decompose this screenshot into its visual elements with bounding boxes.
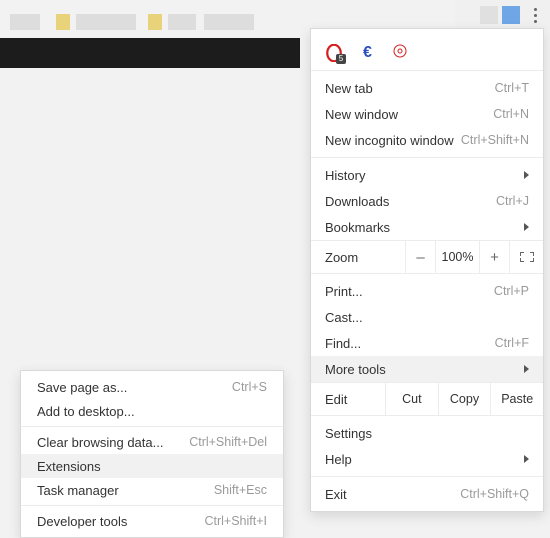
shortcut: Shift+Esc (214, 483, 267, 497)
label: Task manager (37, 483, 119, 498)
more-tools-submenu: Save page as Ctrl+S Add to desktop Clear… (20, 370, 284, 538)
edit-label: Edit (311, 392, 385, 407)
menu-downloads[interactable]: Downloads Ctrl+J (311, 188, 543, 214)
menu-new-window[interactable]: New window Ctrl+N (311, 101, 543, 127)
shortcut: Ctrl+N (493, 107, 529, 121)
menu-help[interactable]: Help (311, 446, 543, 472)
shortcut: Ctrl+Shift+Q (460, 487, 529, 501)
submenu-dev-tools[interactable]: Developer tools Ctrl+Shift+I (21, 509, 283, 533)
label: Clear browsing data (37, 435, 163, 450)
target-extension-icon[interactable] (392, 43, 408, 62)
zoom-in-button[interactable]: + (479, 241, 509, 273)
label: Help (325, 452, 352, 467)
shortcut: Ctrl+P (494, 284, 529, 298)
paste-button[interactable]: Paste (490, 383, 543, 415)
submenu-task-manager[interactable]: Task manager Shift+Esc (21, 478, 283, 502)
label: Downloads (325, 194, 389, 209)
zoom-out-button[interactable]: – (405, 241, 435, 273)
menu-new-tab[interactable]: New tab Ctrl+T (311, 75, 543, 101)
shortcut: Ctrl+S (232, 380, 267, 394)
euro-extension-icon[interactable]: € (363, 44, 372, 62)
label: Find (325, 336, 361, 351)
label: Exit (325, 487, 347, 502)
profile-avatar[interactable] (502, 6, 520, 24)
zoom-row: Zoom – 100% + (311, 240, 543, 274)
main-menu: 5 € New tab Ctrl+T New window Ctrl+N New… (310, 28, 544, 512)
cut-button[interactable]: Cut (385, 383, 438, 415)
menu-print[interactable]: Print Ctrl+P (311, 278, 543, 304)
label: More tools (325, 362, 386, 377)
menu-more-tools[interactable]: More tools (311, 356, 543, 382)
label: Add to desktop (37, 404, 135, 419)
zoom-value: 100% (435, 241, 479, 273)
fullscreen-button[interactable] (509, 241, 543, 273)
menu-incognito[interactable]: New incognito window Ctrl+Shift+N (311, 127, 543, 153)
browser-toolbar (455, 0, 550, 30)
label: Print (325, 284, 363, 299)
menu-bookmarks[interactable]: Bookmarks (311, 214, 543, 240)
shortcut: Ctrl+T (495, 81, 529, 95)
shortcut: Ctrl+Shift+Del (189, 435, 267, 449)
shortcut: Ctrl+Shift+I (204, 514, 267, 528)
zoom-label: Zoom (311, 250, 405, 265)
submenu-save-page[interactable]: Save page as Ctrl+S (21, 375, 283, 399)
label: Developer tools (37, 514, 127, 529)
extensions-row: 5 € (311, 35, 543, 71)
label: New window (325, 107, 398, 122)
opera-extension-icon[interactable]: 5 (325, 44, 343, 62)
toolbar-square (480, 6, 498, 24)
shortcut: Ctrl+Shift+N (461, 133, 529, 147)
submenu-add-desktop[interactable]: Add to desktop (21, 399, 283, 423)
label: Cast (325, 310, 363, 325)
submenu-extensions[interactable]: Extensions (21, 454, 283, 478)
label: New incognito window (325, 133, 454, 148)
label: Extensions (37, 459, 101, 474)
menu-history[interactable]: History (311, 162, 543, 188)
label: Settings (325, 426, 372, 441)
menu-find[interactable]: Find Ctrl+F (311, 330, 543, 356)
label: Bookmarks (325, 220, 390, 235)
label: Save page as (37, 380, 127, 395)
submenu-clear-data[interactable]: Clear browsing data Ctrl+Shift+Del (21, 430, 283, 454)
menu-cast[interactable]: Cast (311, 304, 543, 330)
menu-settings[interactable]: Settings (311, 420, 543, 446)
label: History (325, 168, 365, 183)
edit-row: Edit Cut Copy Paste (311, 382, 543, 416)
shortcut: Ctrl+J (496, 194, 529, 208)
menu-button[interactable] (524, 4, 546, 26)
menu-exit[interactable]: Exit Ctrl+Shift+Q (311, 481, 543, 507)
label: New tab (325, 81, 373, 96)
extension-badge: 5 (336, 54, 346, 64)
fullscreen-icon (520, 252, 534, 262)
copy-button[interactable]: Copy (438, 383, 491, 415)
shortcut: Ctrl+F (495, 336, 529, 350)
